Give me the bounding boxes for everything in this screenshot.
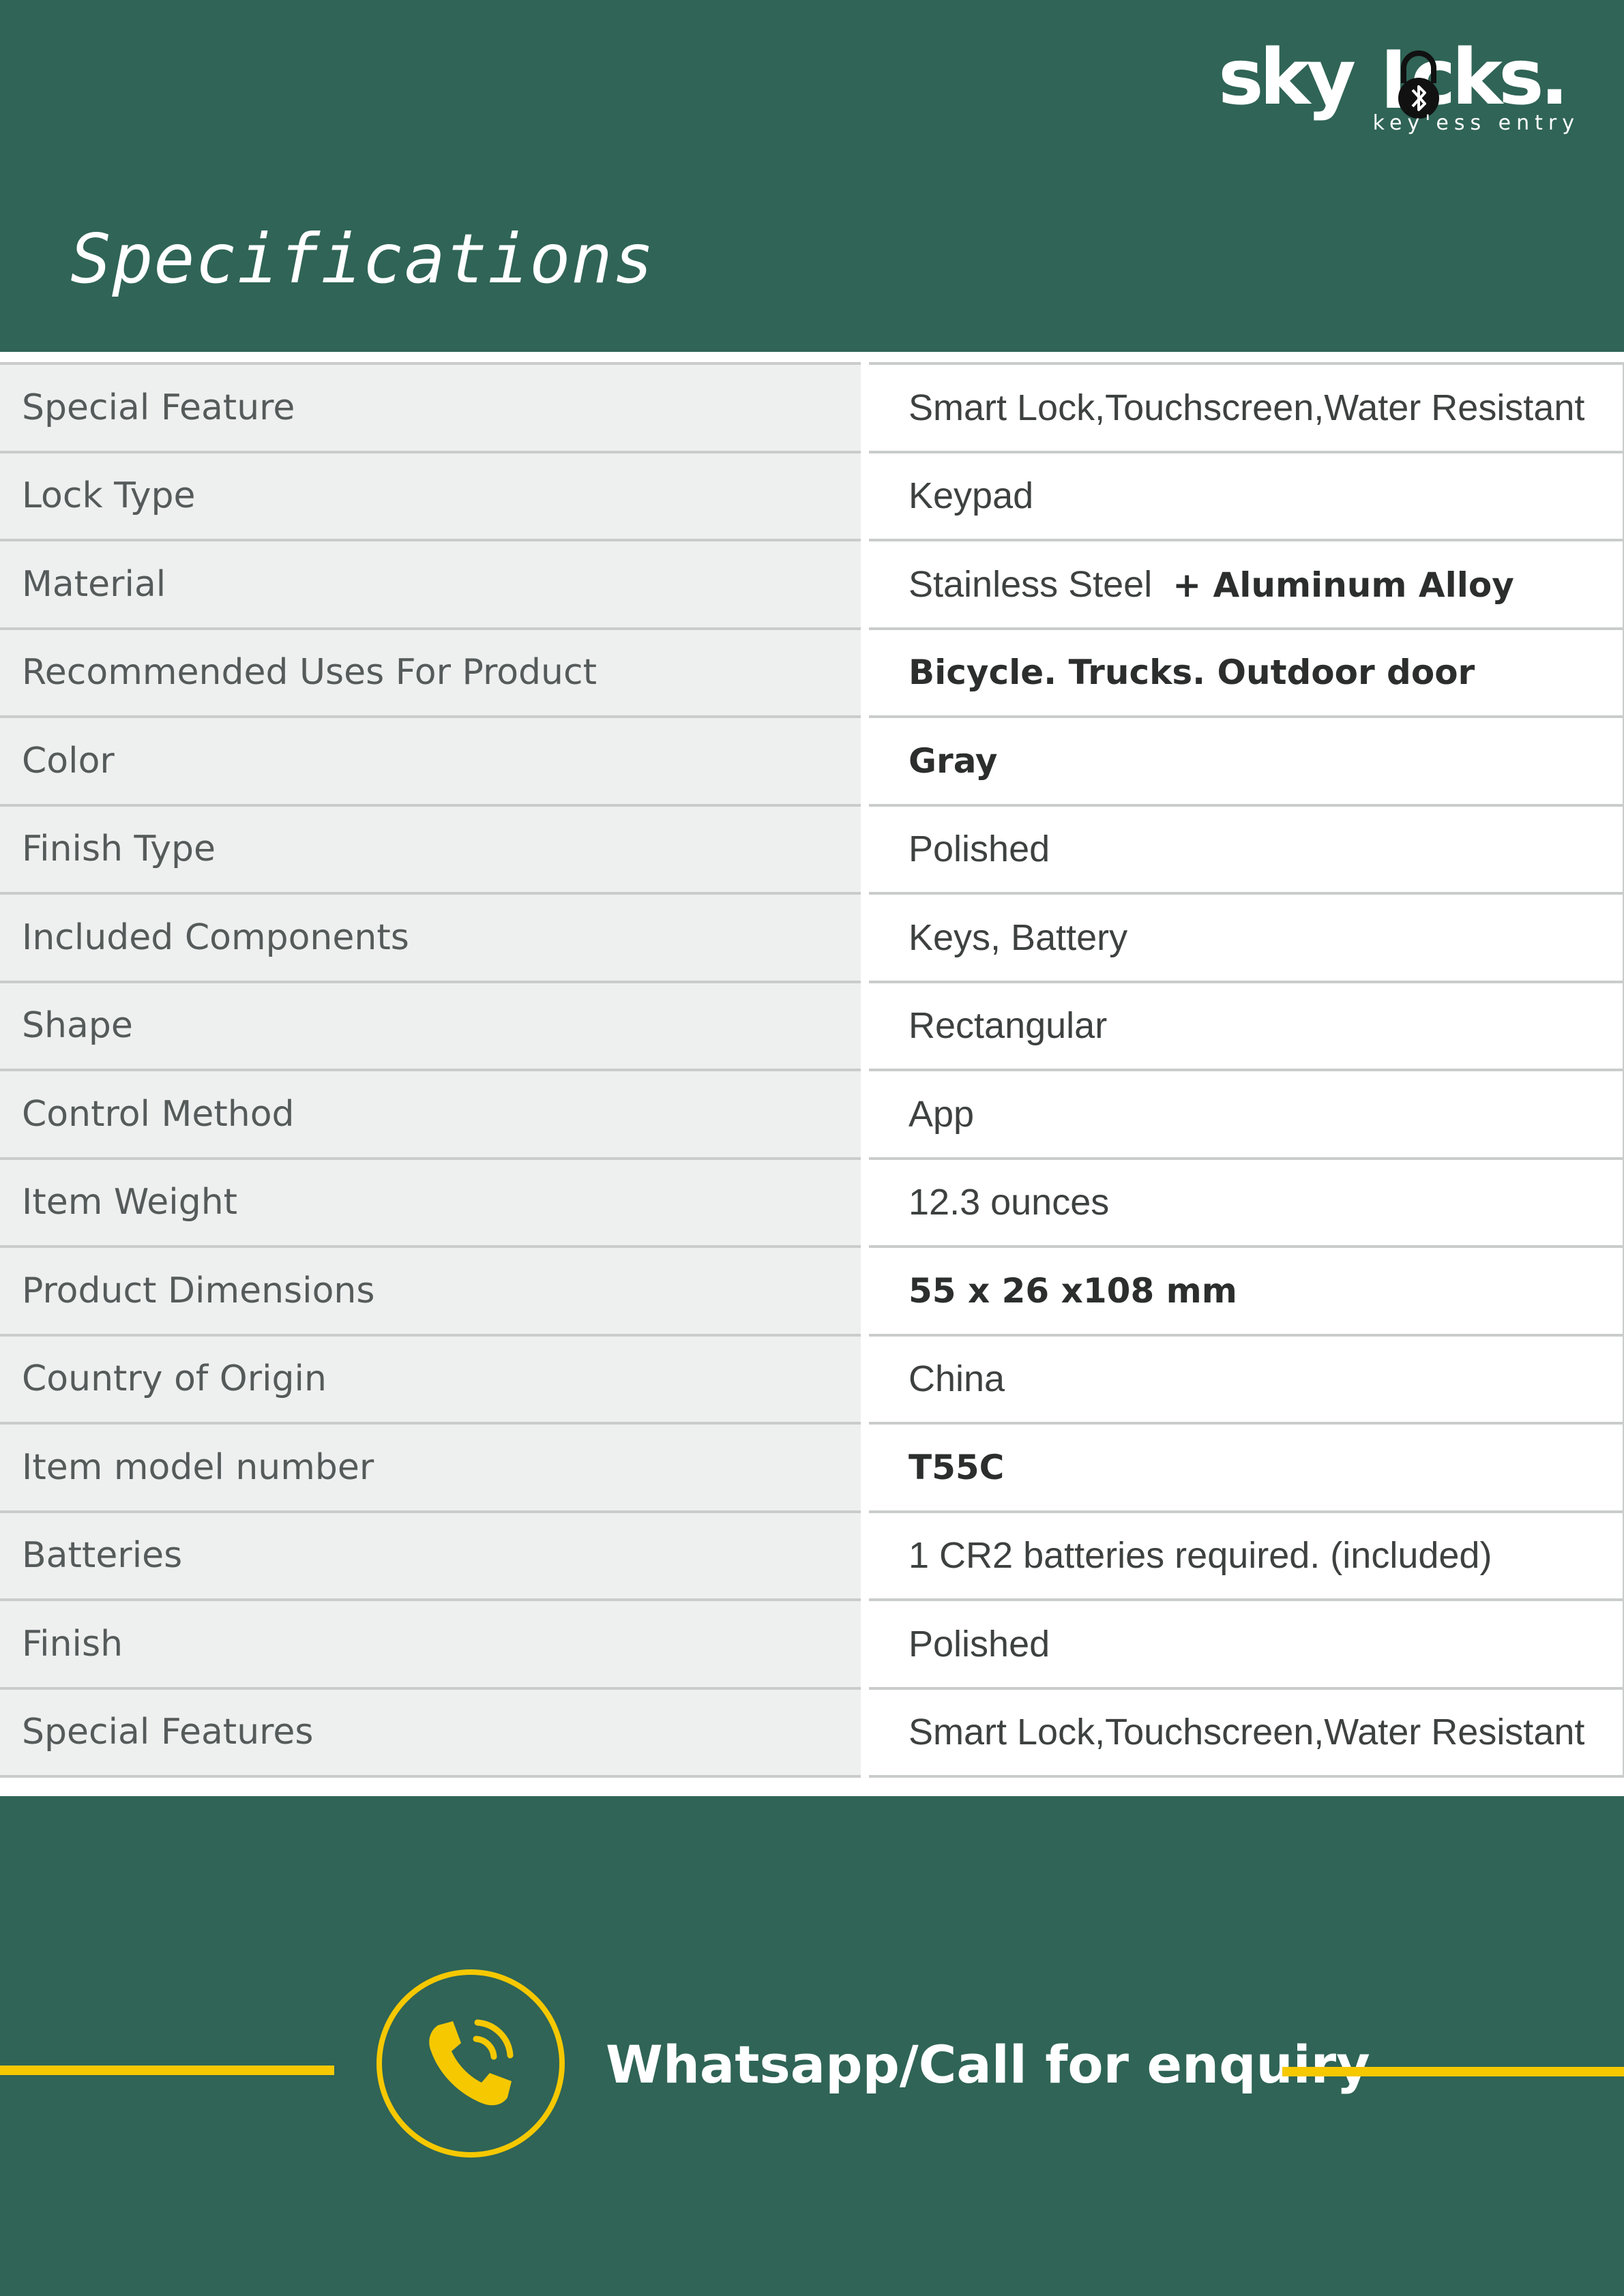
spec-value: Rectangular	[865, 980, 1624, 1071]
spec-value: Stainless Steel	[909, 563, 1153, 605]
decorative-line-left	[0, 2066, 334, 2075]
spec-value: China	[865, 1333, 1624, 1425]
spec-label: Shape	[0, 980, 869, 1071]
table-row: Item model number T55C	[0, 1422, 1624, 1513]
spec-value: Smart Lock,Touchscreen,Water Resistant	[865, 362, 1624, 453]
table-row: Included Components Keys, Battery	[0, 892, 1624, 983]
phone-call-icon	[429, 2019, 514, 2106]
table-row: Finish Type Polished	[0, 803, 1624, 895]
table-row: Item Weight 12.3 ounces	[0, 1157, 1624, 1248]
table-row: Lock Type Keypad	[0, 450, 1624, 541]
table-row: Special Feature Smart Lock,Touchscreen,W…	[0, 362, 1624, 453]
table-row: Control Method App	[0, 1069, 1624, 1160]
spec-value: 1 CR2 batteries required. (included)	[865, 1510, 1624, 1601]
spec-value: Bicycle. Trucks. Outdoor door	[865, 627, 1624, 718]
table-row: Material Stainless Steel + Aluminum Allo…	[0, 539, 1624, 630]
spec-label: Recommended Uses For Product	[0, 627, 869, 718]
table-row: Finish Polished	[0, 1598, 1624, 1690]
logo-tagline: key'ess entry	[1372, 111, 1580, 135]
table-row: Special Features Smart Lock,Touchscreen,…	[0, 1686, 1624, 1778]
table-row: Recommended Uses For Product Bicycle. Tr…	[0, 627, 1624, 718]
call-button[interactable]	[377, 1969, 565, 2158]
table-row: Shape Rectangular	[0, 980, 1624, 1071]
spec-value: Polished	[865, 803, 1624, 895]
spec-label: Item model number	[0, 1422, 869, 1513]
spec-label: Special Features	[0, 1686, 869, 1778]
decorative-line-right	[1282, 2067, 1624, 2076]
spec-value: 55 x 26 x108 mm	[865, 1245, 1624, 1337]
spec-label: Included Components	[0, 892, 869, 983]
spec-value-extra: + Aluminum Alloy	[1172, 565, 1514, 605]
spec-value: App	[865, 1069, 1624, 1160]
spec-label: Lock Type	[0, 450, 869, 541]
spec-value: Smart Lock,Touchscreen,Water Resistant	[865, 1686, 1624, 1778]
spec-label: Finish	[0, 1598, 869, 1690]
table-row: Color Gray	[0, 715, 1624, 807]
spec-label: Color	[0, 715, 869, 807]
spec-label: Product Dimensions	[0, 1245, 869, 1337]
spec-value: T55C	[865, 1422, 1624, 1513]
table-row: Product Dimensions 55 x 26 x108 mm	[0, 1245, 1624, 1337]
spec-value: Keys, Battery	[865, 892, 1624, 983]
spec-value: Polished	[865, 1598, 1624, 1690]
page-title: Specifications	[70, 219, 655, 299]
enquiry-text: Whatsapp/Call for enquiry	[606, 2034, 1370, 2095]
spec-value: 12.3 ounces	[865, 1157, 1624, 1248]
brand-logo: sky cks. l key'ess entry	[1218, 40, 1586, 142]
specifications-table: Special Feature Smart Lock,Touchscreen,W…	[0, 362, 1624, 1778]
spec-value-cell: Stainless Steel + Aluminum Alloy	[865, 539, 1624, 630]
spec-label: Batteries	[0, 1510, 869, 1601]
spec-label: Country of Origin	[0, 1333, 869, 1425]
spec-label: Control Method	[0, 1069, 869, 1160]
table-row: Country of Origin China	[0, 1333, 1624, 1425]
header: sky cks. l key'ess entry Specifications	[0, 0, 1624, 352]
specifications-table-container: Special Feature Smart Lock,Touchscreen,W…	[0, 352, 1624, 1796]
footer-contact: Whatsapp/Call for enquiry	[0, 1796, 1624, 2296]
spec-label: Material	[0, 539, 869, 630]
table-row: Batteries 1 CR2 batteries required. (inc…	[0, 1510, 1624, 1601]
spec-label: Finish Type	[0, 803, 869, 895]
spec-label: Special Feature	[0, 362, 869, 453]
spec-value: Keypad	[865, 450, 1624, 541]
spec-value: Gray	[865, 715, 1624, 807]
spec-label: Item Weight	[0, 1157, 869, 1248]
